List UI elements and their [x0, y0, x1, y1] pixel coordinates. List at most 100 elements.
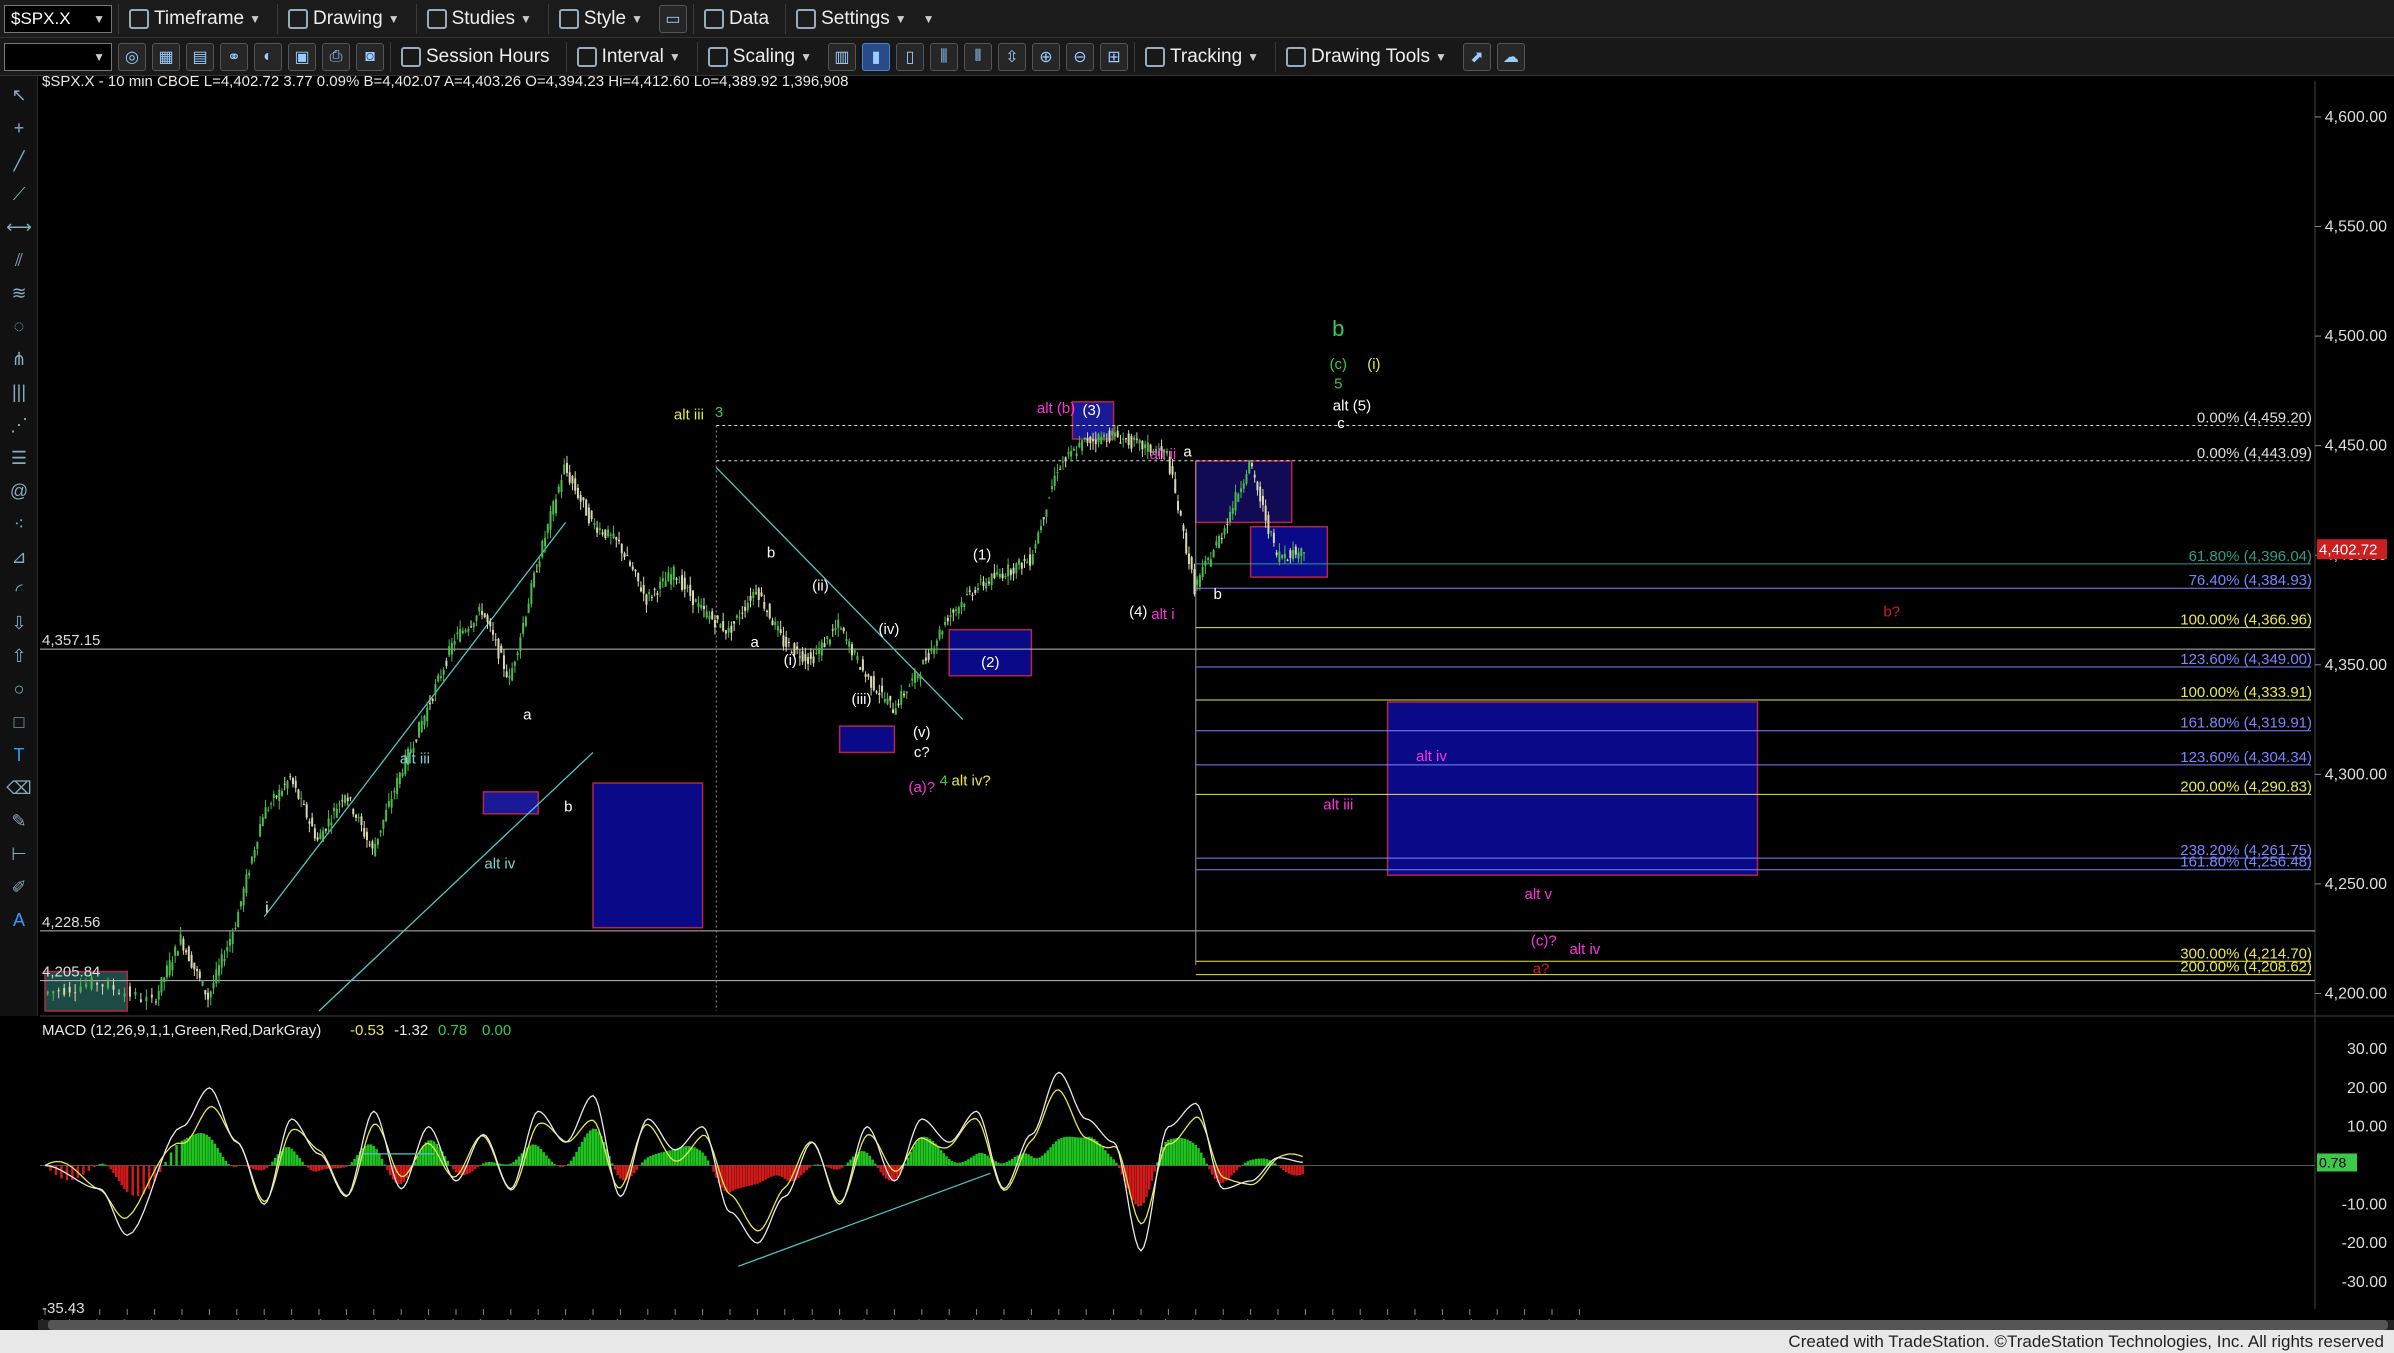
zoom-in-icon[interactable]: ⊕ — [1031, 42, 1060, 71]
export-icon[interactable]: ⬈ — [1462, 42, 1491, 71]
candle-body — [516, 652, 519, 656]
horizontal-line-icon[interactable]: ⟷ — [5, 213, 33, 241]
candle-body — [256, 841, 259, 849]
y-tick-label: 4,350.00 — [2325, 657, 2387, 674]
candle-body — [628, 561, 631, 566]
circle-icon[interactable]: ◎ — [118, 42, 146, 71]
macd-title: MACD (12,26,9,1,1,Green,Red,DarkGray) — [42, 1022, 321, 1039]
scaling-button[interactable]: Scaling ▼ — [696, 41, 822, 72]
document-icon[interactable]: ▤ — [186, 42, 214, 71]
camera-icon[interactable]: ◙ — [356, 42, 384, 71]
link-icon[interactable]: ⚭ — [220, 42, 248, 71]
crosshair-icon[interactable]: + — [5, 114, 33, 142]
zoom-out-bars-icon[interactable]: ⫼ — [929, 42, 958, 71]
chevron-down-icon: ▼ — [1435, 49, 1447, 64]
split-icon[interactable]: ⇳ — [997, 42, 1026, 71]
dots-icon[interactable]: ⁖ — [5, 510, 33, 538]
candle-body — [952, 609, 955, 613]
chart-area[interactable]: $SPX.X - 10 min CBOE L=4,402.72 3.77 0.0… — [0, 76, 2394, 1320]
candle-body — [379, 830, 382, 833]
menu-label: Data — [728, 7, 770, 29]
print-icon[interactable]: ⎙ — [322, 42, 350, 71]
pointer-icon[interactable]: ↖ — [5, 81, 33, 109]
candle-body — [601, 532, 604, 535]
eraser-icon[interactable]: ⌫ — [5, 774, 33, 802]
candle-body — [645, 594, 648, 605]
session-hours-button[interactable]: Session Hours — [390, 41, 560, 72]
candle-body — [1146, 442, 1149, 452]
candle-body — [1242, 483, 1245, 489]
candle-body — [776, 626, 779, 631]
wave-label: (ii) — [812, 577, 829, 594]
wave-label: (iv) — [879, 621, 900, 638]
candle-body — [538, 561, 541, 568]
ray-icon[interactable]: ⟋ — [5, 180, 33, 208]
macd-value: -0.53 — [350, 1022, 384, 1039]
candle-body — [1007, 564, 1010, 577]
drawing-tools-button[interactable]: Drawing Tools ▼ — [1275, 41, 1457, 72]
macd-trendline — [738, 1172, 991, 1267]
menu-style[interactable]: Style ▼ — [547, 3, 653, 34]
candle-body — [664, 580, 667, 587]
scrollbar-thumb[interactable] — [48, 1320, 2388, 1330]
candle-body — [1119, 442, 1122, 444]
candle-body — [798, 656, 801, 658]
candle-body — [442, 669, 445, 676]
ellipse-icon[interactable]: ○ — [5, 675, 33, 703]
menu-settings[interactable]: Settings ▼ — [785, 3, 917, 34]
candle-body — [760, 592, 763, 597]
cycle-icon[interactable]: ◌ — [5, 312, 33, 340]
hollow-candle-icon[interactable]: ▯ — [895, 42, 924, 71]
candle-body — [900, 691, 903, 705]
vertical-bars-icon[interactable]: ||| — [5, 378, 33, 406]
macd-y-tick-label: -30.00 — [2342, 1274, 2387, 1291]
pitchfork-icon[interactable]: ⋔ — [5, 345, 33, 373]
menu-data[interactable]: Data — [692, 3, 779, 34]
highlighter-icon[interactable]: ✐ — [5, 873, 33, 901]
horizontal-scrollbar[interactable] — [38, 1320, 2394, 1330]
text-icon[interactable]: T — [5, 741, 33, 769]
text-tool-icon[interactable]: A — [5, 906, 33, 934]
candlestick-icon[interactable]: ▮ — [861, 42, 890, 71]
macd-min-label: -35.43 — [42, 1300, 85, 1317]
zoom-in-bars-icon[interactable]: ⫴ — [963, 42, 992, 71]
save-icon[interactable]: ▣ — [288, 42, 316, 71]
arrow-down-icon[interactable]: ⇩ — [5, 609, 33, 637]
interval-button[interactable]: Interval ▼ — [565, 41, 691, 72]
crosshair-grid-icon[interactable]: ⊞ — [1099, 42, 1128, 71]
measure-icon[interactable]: ⊢ — [5, 840, 33, 868]
pencil-icon — [1286, 46, 1307, 67]
zoom-out-icon[interactable]: ⊖ — [1065, 42, 1094, 71]
candle-body — [68, 986, 71, 993]
candle-body — [689, 584, 692, 597]
rectangle-icon[interactable]: □ — [5, 708, 33, 736]
candle-body — [711, 611, 714, 620]
tracking-button[interactable]: Tracking ▼ — [1133, 41, 1269, 72]
menu-timeframe[interactable]: Timeframe ▼ — [118, 3, 271, 34]
spiral-icon[interactable]: @ — [5, 477, 33, 505]
interval-select[interactable]: ▼ — [4, 42, 112, 71]
candle-body — [1272, 532, 1275, 543]
y-tick-label: 4,500.00 — [2325, 328, 2387, 345]
arrow-up-icon[interactable]: ⇧ — [5, 642, 33, 670]
grid-icon[interactable]: ▦ — [152, 42, 180, 71]
candle-body — [491, 630, 494, 635]
regression-icon[interactable]: ⊿ — [5, 543, 33, 571]
cloud-icon[interactable]: ☁ — [1496, 42, 1525, 71]
trendline-icon[interactable]: ╱ — [5, 147, 33, 175]
layout-icon[interactable]: ▭ — [658, 4, 687, 33]
speed-lines-icon[interactable]: ⋰ — [5, 411, 33, 439]
channel-icon[interactable]: ⫽ — [5, 246, 33, 274]
menu-drawing[interactable]: Drawing ▼ — [276, 3, 410, 34]
arc-icon[interactable]: ◜ — [5, 576, 33, 604]
menu-studies[interactable]: Studies ▼ — [415, 3, 542, 34]
fibonacci-icon[interactable]: ≋ — [5, 279, 33, 307]
bar-chart-icon[interactable]: ▥ — [827, 42, 856, 71]
candle-body — [519, 637, 522, 651]
overflow-chevron-icon[interactable]: ▼ — [923, 12, 935, 26]
magnet-icon[interactable]: ◐ — [254, 42, 282, 71]
hline-set-icon[interactable]: ☰ — [5, 444, 33, 472]
symbol-input[interactable]: $SPX.X ▼ — [4, 4, 112, 33]
remove-drawings-icon[interactable]: ✎ — [5, 807, 33, 835]
candle-body — [1256, 481, 1259, 491]
